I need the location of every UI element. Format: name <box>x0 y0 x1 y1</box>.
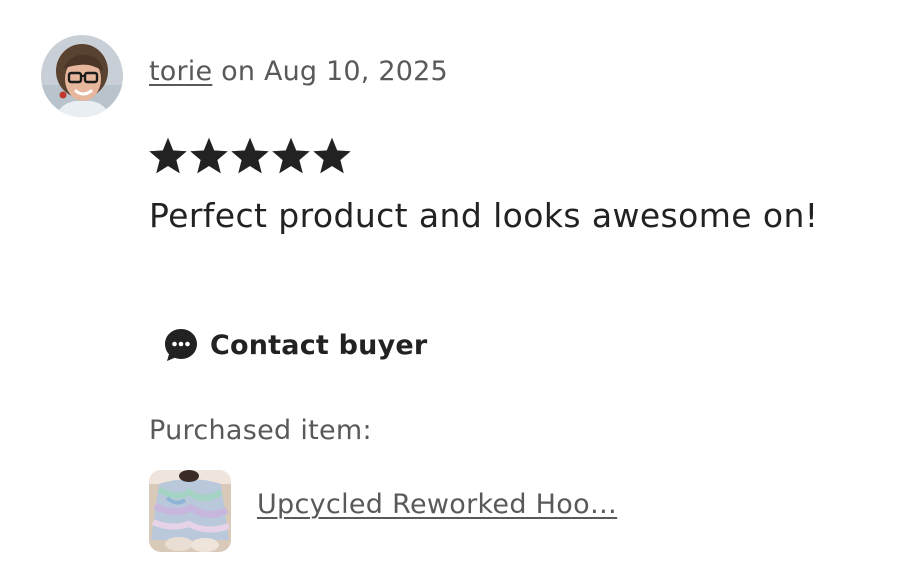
reviewer-name-link[interactable]: torie <box>149 56 212 87</box>
purchased-item-label: Purchased item: <box>149 415 372 446</box>
star-icon <box>231 137 269 174</box>
chat-bubble-icon <box>165 329 197 361</box>
item-thumbnail-image <box>149 470 231 552</box>
purchased-item-link[interactable]: Upcycled Reworked Hoo… <box>257 489 617 520</box>
date-prefix: on <box>212 56 264 87</box>
contact-buyer-label: Contact buyer <box>210 329 428 361</box>
reviewer-avatar[interactable] <box>41 35 123 117</box>
avatar-image <box>41 35 123 117</box>
review-card: torie on Aug 10, 2025 Perfect product an… <box>0 0 904 582</box>
item-thumbnail[interactable] <box>149 470 231 552</box>
star-icon <box>190 137 228 174</box>
star-rating <box>148 134 352 178</box>
review-meta: torie on Aug 10, 2025 <box>149 56 448 87</box>
review-text: Perfect product and looks awesome on! <box>149 196 819 235</box>
star-icon <box>313 137 351 174</box>
star-icon <box>149 137 187 174</box>
review-date: Aug 10, 2025 <box>263 56 448 87</box>
star-icon <box>272 137 310 174</box>
contact-buyer-button[interactable]: Contact buyer <box>162 326 427 364</box>
